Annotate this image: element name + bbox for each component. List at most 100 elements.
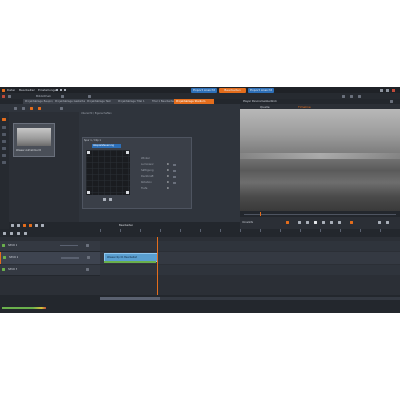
timeline-ruler[interactable] (100, 229, 400, 237)
tab-timeline[interactable]: Timeline (298, 105, 311, 109)
trash-icon[interactable] (17, 224, 20, 227)
scrollbar-thumb[interactable] (100, 297, 160, 300)
step-back-icon[interactable] (306, 221, 309, 224)
track-lock-icon[interactable] (86, 268, 89, 271)
control-value-3[interactable]: 0 (167, 175, 169, 178)
track-lane-1[interactable] (100, 241, 400, 251)
control-value-2[interactable]: 0 (167, 169, 169, 172)
effect-preset-dropdown[interactable]: Abspielsteuerung (92, 144, 121, 148)
list-icon[interactable] (14, 106, 17, 110)
undo-icon[interactable] (60, 89, 62, 91)
corner-handle-top-right[interactable] (126, 151, 129, 154)
tool-effect-icon[interactable] (2, 140, 6, 143)
track-name-2[interactable]: SPUR 2 (9, 256, 18, 260)
transform-grid[interactable] (86, 150, 130, 195)
control-value-5[interactable]: 0 (167, 187, 169, 190)
apply-icon[interactable] (109, 198, 112, 201)
track-visible-icon[interactable] (3, 256, 6, 259)
loop-icon[interactable] (338, 221, 341, 224)
step-forward-icon[interactable] (322, 221, 325, 224)
audio-clip[interactable] (104, 260, 156, 263)
track-name-1[interactable]: SPUR 1 (8, 244, 17, 248)
fast-forward-icon[interactable] (330, 221, 333, 224)
tool-menu-icon[interactable] (2, 154, 6, 157)
list-view-icon[interactable] (88, 94, 91, 98)
minimize-icon[interactable] (380, 88, 383, 92)
export-left-button[interactable]: Export Ansicht (191, 87, 217, 93)
tool-montage-icon[interactable] (2, 161, 6, 164)
track-lock-icon[interactable] (87, 256, 90, 259)
track-lane-2[interactable]: Wasserclip 01 Bearbeitet (100, 252, 400, 264)
fullscreen-icon[interactable] (350, 94, 353, 98)
corner-handle-bottom-right[interactable] (126, 191, 129, 194)
control-label-depth: Tiefe (141, 187, 148, 190)
folder-icon[interactable] (8, 94, 11, 98)
rewind-icon[interactable] (298, 221, 301, 224)
stepper-4-icon[interactable] (173, 182, 176, 184)
player-menu-icon[interactable] (390, 100, 393, 103)
search-icon[interactable] (60, 106, 63, 110)
corner-handle-top-left[interactable] (87, 151, 90, 154)
menu-edit[interactable]: Bearbeiten (19, 88, 35, 92)
track-volume-1[interactable] (60, 244, 78, 246)
track-lane-3[interactable] (100, 265, 400, 275)
play-icon[interactable] (314, 221, 317, 224)
player-fullscreen-icon[interactable] (386, 221, 389, 224)
video-preview[interactable] (240, 109, 400, 211)
timeline-scrollbar[interactable] (100, 297, 400, 300)
mark-out-icon[interactable] (350, 221, 353, 224)
library-item[interactable]: Wasser Aufnahme 01 (13, 123, 55, 157)
track-header-1[interactable]: SPUR 1 (0, 241, 100, 252)
settings-icon[interactable] (358, 94, 361, 98)
edit-bottom-toolbar: Bearbeiten (9, 222, 240, 229)
scrubber-playhead[interactable] (260, 212, 261, 216)
tool-import-icon[interactable] (2, 118, 6, 121)
grid-view-icon[interactable] (61, 94, 64, 98)
mark-in-icon[interactable] (286, 221, 289, 224)
maximize-icon[interactable] (386, 88, 389, 92)
audio-icon[interactable] (342, 94, 345, 98)
timeline-snap-icon[interactable] (17, 231, 20, 235)
control-value-4[interactable]: 0 (167, 181, 169, 184)
effect-dialog-title: Spur 1 / Clip 1 (84, 139, 101, 142)
color-icon[interactable] (29, 224, 32, 227)
sort-icon[interactable] (38, 106, 41, 110)
reset-icon[interactable] (103, 198, 106, 201)
corner-handle-bottom-left[interactable] (87, 191, 90, 194)
playback-speed[interactable]: Vorwärts (242, 221, 253, 225)
control-value-1[interactable]: 0 (167, 163, 169, 166)
record-icon[interactable] (2, 94, 5, 98)
tool-transition-icon[interactable] (2, 133, 6, 136)
fx-icon[interactable] (23, 224, 26, 227)
timeline-split-icon[interactable] (10, 231, 13, 235)
track-name-3[interactable]: SPUR 3 (8, 268, 17, 272)
redo-icon[interactable] (64, 89, 66, 91)
track-header-2[interactable]: SPUR 2 (0, 252, 101, 264)
mic-icon[interactable] (41, 224, 44, 227)
edit-mode-button[interactable]: Bearbeiten (219, 87, 246, 93)
volume-icon[interactable] (378, 221, 381, 224)
track-volume-2[interactable] (61, 257, 79, 259)
track-visible-icon[interactable] (2, 244, 5, 247)
import-icon[interactable] (22, 106, 25, 110)
stepper-1-icon[interactable] (173, 164, 176, 166)
stepper-2-icon[interactable] (173, 170, 176, 172)
tool-audio-icon[interactable] (2, 147, 6, 150)
tool-title-icon[interactable] (2, 126, 6, 129)
text-icon[interactable] (35, 224, 38, 227)
filter-icon[interactable] (30, 106, 33, 110)
menu-file[interactable]: Datei (7, 88, 15, 92)
timeline-settings-icon[interactable] (3, 231, 6, 235)
scissors-icon[interactable] (11, 224, 14, 227)
export-right-button[interactable]: Export Ansicht (248, 87, 274, 93)
stepper-3-icon[interactable] (173, 176, 176, 178)
close-icon[interactable] (392, 88, 395, 92)
track-header-3[interactable]: SPUR 3 (0, 265, 100, 276)
library-label[interactable]: Bibliothek (36, 94, 51, 98)
track-visible-icon[interactable] (2, 268, 5, 271)
timeline-delete-icon[interactable] (24, 231, 27, 235)
save-icon[interactable] (56, 89, 58, 91)
tab-source[interactable]: Quelle (260, 105, 270, 109)
track-lock-icon[interactable] (86, 244, 89, 247)
timeline-playhead[interactable] (157, 237, 158, 295)
